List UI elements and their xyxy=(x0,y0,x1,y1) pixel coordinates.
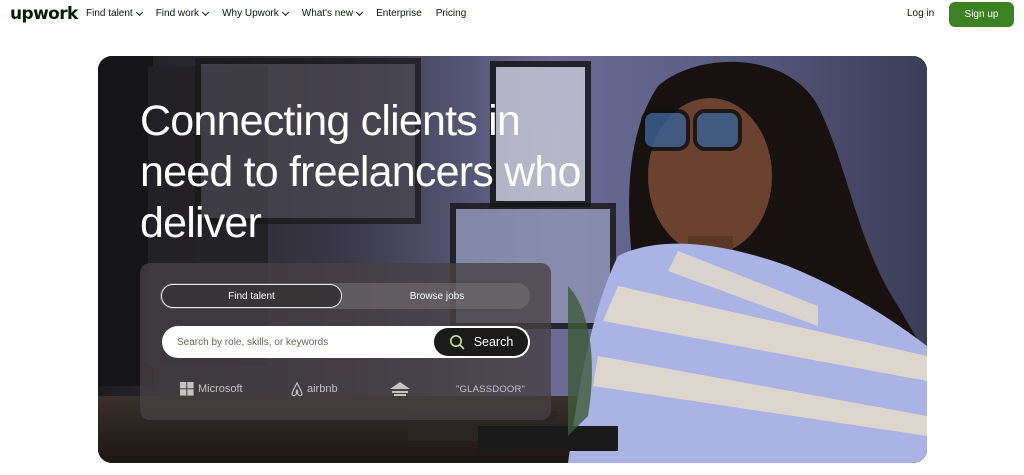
tab-find-talent[interactable]: Find talent xyxy=(161,284,342,308)
tab-browse-jobs[interactable]: Browse jobs xyxy=(346,284,528,308)
nav-why-upwork[interactable]: Why Upwork xyxy=(222,8,289,19)
search-mode-toggle: Find talent Browse jobs xyxy=(160,283,530,309)
chevron-down-icon xyxy=(135,8,143,16)
hero-title: Connecting clients in need to freelancer… xyxy=(140,97,581,247)
top-navigation: upwork Find talent Find work Why Upwork … xyxy=(0,0,1024,28)
search-input[interactable] xyxy=(177,326,427,358)
signup-button[interactable]: Sign up xyxy=(949,2,1014,27)
chevron-down-icon xyxy=(202,8,210,16)
search-icon xyxy=(449,335,464,350)
microsoft-icon xyxy=(180,382,194,396)
main-nav: Find talent Find work Why Upwork What's … xyxy=(86,8,480,19)
airbnb-logo: airbnb xyxy=(290,380,338,398)
upwork-logo[interactable]: upwork xyxy=(10,4,78,24)
airbnb-icon xyxy=(291,381,303,396)
trusted-brands: Microsoft airbnb "GLASSDOOR" xyxy=(180,380,525,400)
search-bar: Search xyxy=(162,326,530,358)
bissell-icon xyxy=(390,382,410,396)
glassdoor-logo: "GLASSDOOR" xyxy=(456,383,526,395)
nav-whats-new[interactable]: What's new xyxy=(302,8,364,19)
search-card: Find talent Browse jobs Search Microsoft xyxy=(140,263,551,420)
nav-find-talent[interactable]: Find talent xyxy=(86,8,143,19)
search-button-label: Search xyxy=(473,335,514,349)
login-link[interactable]: Log in xyxy=(907,8,934,19)
nav-pricing[interactable]: Pricing xyxy=(436,8,467,19)
nav-find-work[interactable]: Find work xyxy=(156,8,210,19)
nav-enterprise[interactable]: Enterprise xyxy=(376,8,422,19)
chevron-down-icon xyxy=(356,8,364,16)
microsoft-logo: Microsoft xyxy=(180,380,243,398)
hero-banner: Connecting clients in need to freelancer… xyxy=(98,56,927,463)
search-button[interactable]: Search xyxy=(434,328,528,356)
bissell-logo xyxy=(389,380,411,398)
chevron-down-icon xyxy=(281,8,289,16)
